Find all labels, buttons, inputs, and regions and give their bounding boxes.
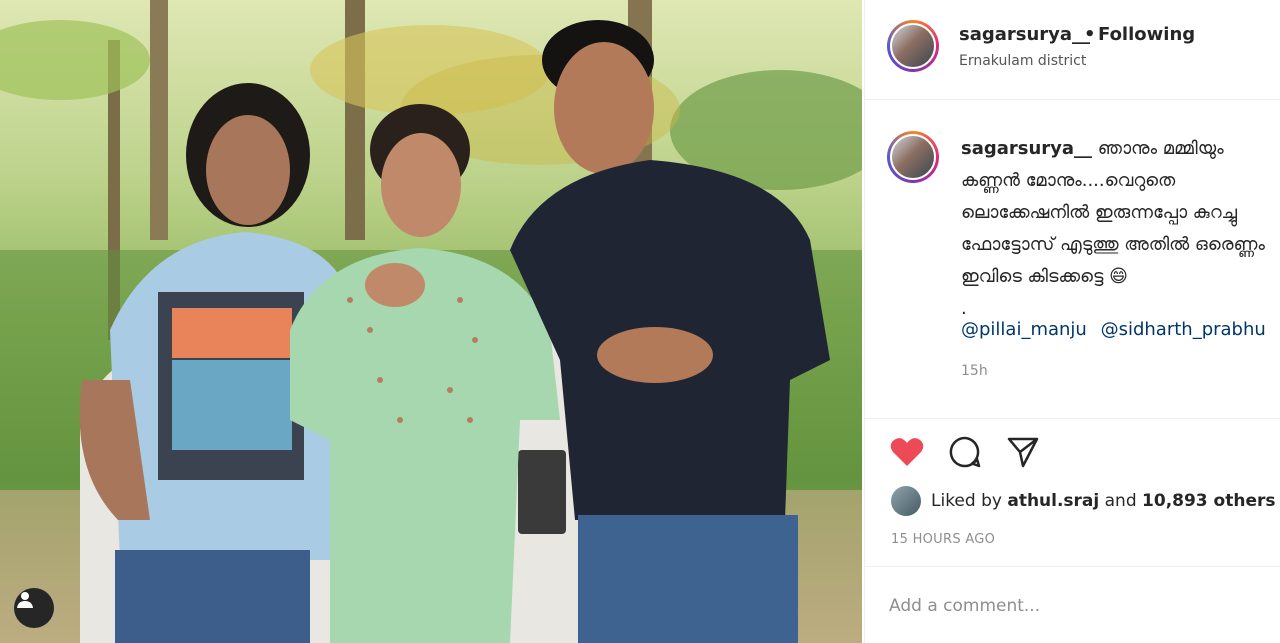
caption-avatar[interactable] <box>887 131 939 183</box>
likes-count[interactable]: 10,893 others <box>1142 491 1275 511</box>
caption-body: ഞാനും മമ്മിയും കണ്ണൻ മോനും....വെറുതെ ലൊക… <box>961 138 1265 319</box>
caption-username[interactable]: sagarsurya__ <box>961 138 1092 159</box>
likes-middle: and <box>1099 491 1143 511</box>
comment-button[interactable] <box>947 436 983 472</box>
user-tag-button[interactable] <box>14 588 54 628</box>
likes-prefix: Liked by <box>931 491 1008 511</box>
post-side-panel: sagarsurya__ • Following Ernakulam distr… <box>864 0 1280 643</box>
likes-text: Liked by athul.sraj and 10,893 others <box>931 491 1276 511</box>
location-link[interactable]: Ernakulam district <box>959 53 1086 69</box>
like-button[interactable] <box>889 436 925 472</box>
caption-text: sagarsurya__ ഞാനും മമ്മിയും കണ്ണൻ മോനും.… <box>961 133 1273 325</box>
mention-link[interactable]: @sidharth_prabhu <box>1101 319 1266 340</box>
author-avatar[interactable] <box>887 20 939 72</box>
header-separator: • <box>1084 24 1096 45</box>
post-timestamp: 15 HOURS AGO <box>891 532 996 547</box>
comment-box <box>865 566 1280 643</box>
post-header: sagarsurya__ • Following Ernakulam distr… <box>865 0 1280 100</box>
comment-bubble-icon <box>948 435 982 473</box>
follow-status-button[interactable]: Following <box>1098 24 1195 45</box>
caption-age: 15h <box>961 363 988 379</box>
mention-link[interactable]: @pillai_manju <box>961 319 1087 340</box>
action-bar <box>889 436 1041 472</box>
paper-plane-icon <box>1006 435 1040 473</box>
caption-section: sagarsurya__ ഞാനും മമ്മിയും കണ്ണൻ മോനും.… <box>865 101 1280 419</box>
liker-avatar[interactable] <box>891 486 921 516</box>
heart-filled-icon <box>890 437 924 471</box>
photo-scene <box>0 0 862 643</box>
share-button[interactable] <box>1005 436 1041 472</box>
likes-summary: Liked by athul.sraj and 10,893 others <box>891 486 1276 516</box>
comment-input[interactable] <box>889 591 1259 621</box>
author-username[interactable]: sagarsurya__ <box>959 24 1090 45</box>
liker-username[interactable]: athul.sraj <box>1007 491 1099 511</box>
post-photo[interactable] <box>0 0 862 643</box>
caption-mentions: @pillai_manju @sidharth_prabhu <box>961 319 1274 340</box>
